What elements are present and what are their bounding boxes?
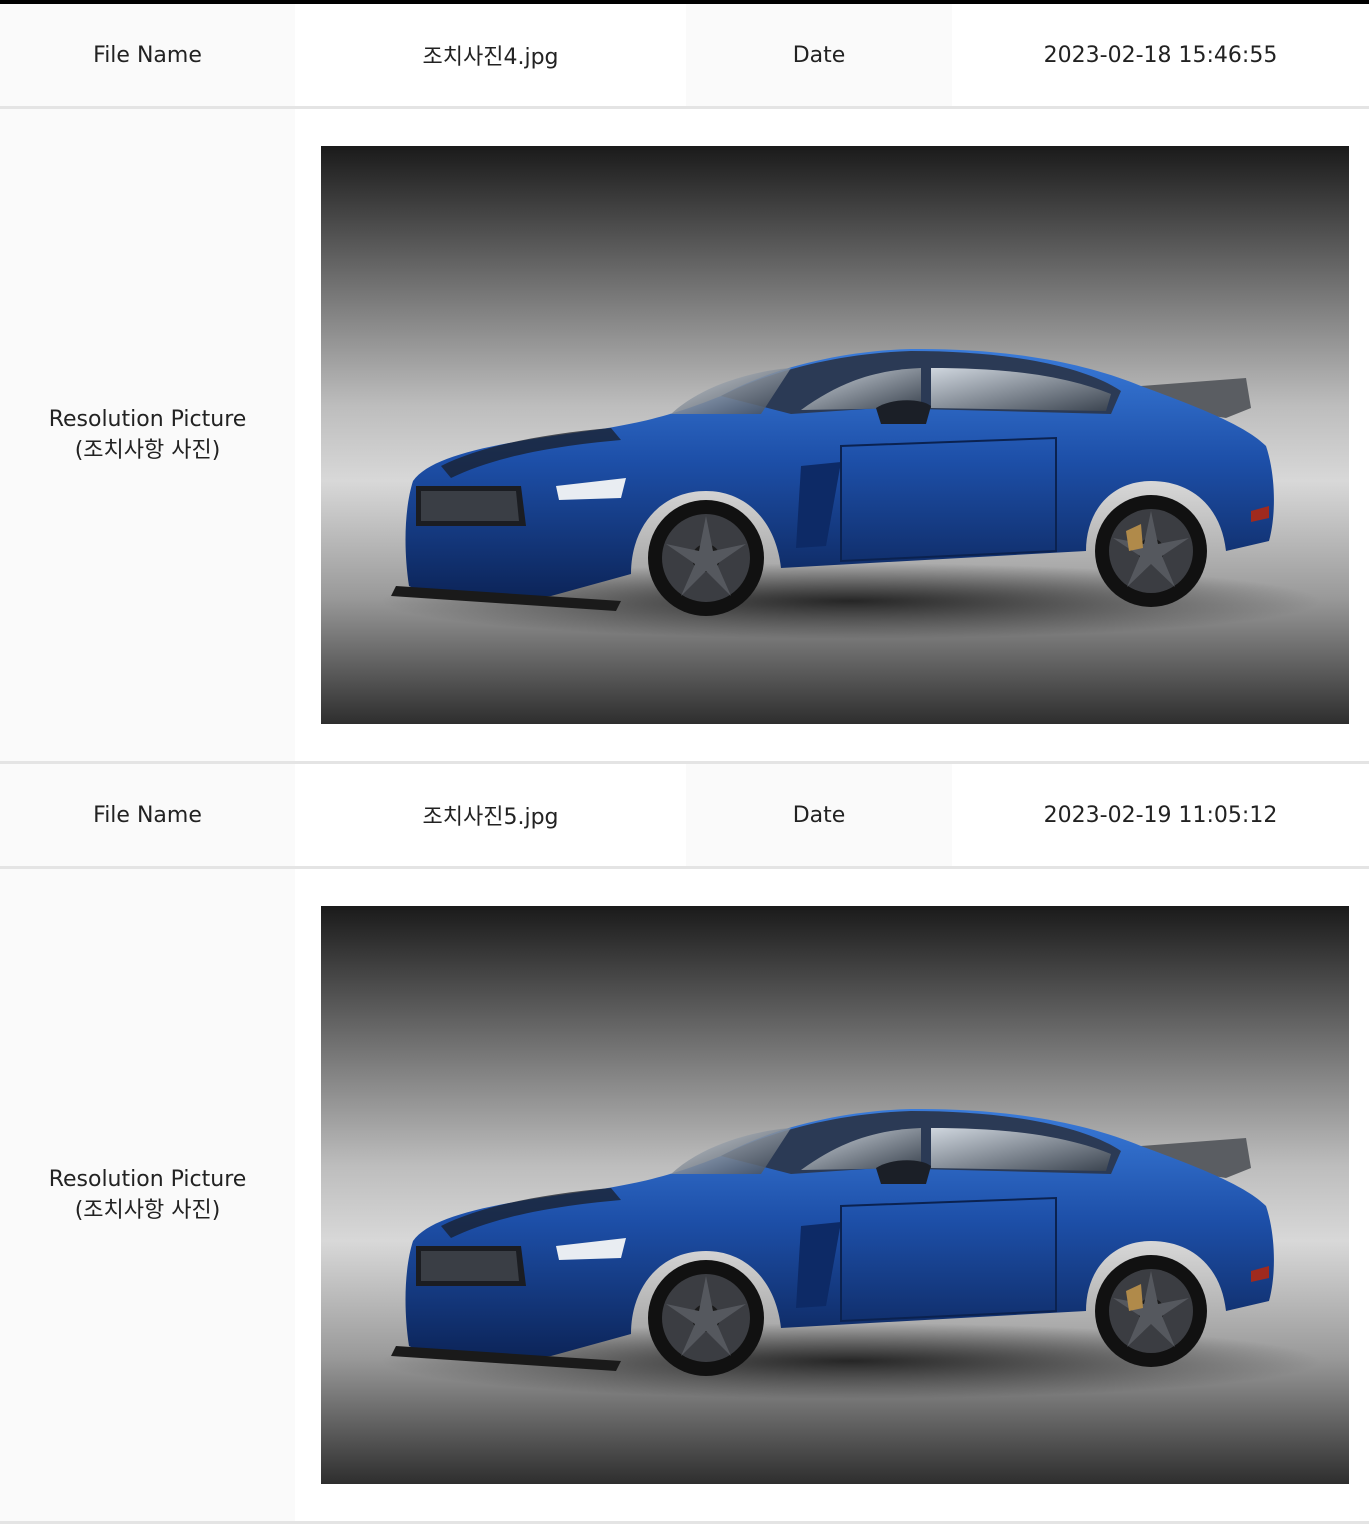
resolution-picture-label-en: Resolution Picture bbox=[48, 407, 247, 432]
resolution-picture-label: Resolution Picture (조치사항 사진) bbox=[0, 869, 295, 1521]
meta-row: File Name 조치사진4.jpg Date 2023-02-18 15:4… bbox=[0, 4, 1369, 109]
resolution-photo[interactable] bbox=[321, 146, 1349, 724]
date-label: Date bbox=[686, 4, 952, 106]
resolution-picture-label-ko: (조치사항 사진) bbox=[74, 1198, 221, 1223]
resolution-picture-label-en: Resolution Picture bbox=[48, 1167, 247, 1192]
sports-car-photo bbox=[381, 1108, 1321, 1399]
resolution-photo[interactable] bbox=[321, 906, 1349, 1484]
file-name-label: File Name bbox=[0, 764, 295, 866]
resolution-picture-label-ko: (조치사항 사진) bbox=[74, 438, 221, 463]
sports-car-photo bbox=[381, 348, 1321, 639]
meta-row: File Name 조치사진5.jpg Date 2023-02-19 11:0… bbox=[0, 764, 1369, 869]
photo-row: Resolution Picture (조치사항 사진) bbox=[0, 109, 1369, 764]
photo-cell bbox=[295, 109, 1369, 761]
file-name-value: 조치사진5.jpg bbox=[295, 764, 686, 866]
date-label: Date bbox=[686, 764, 952, 866]
photo-cell bbox=[295, 869, 1369, 1521]
file-name-value: 조치사진4.jpg bbox=[295, 4, 686, 106]
photo-record: File Name 조치사진4.jpg Date 2023-02-18 15:4… bbox=[0, 4, 1369, 764]
photo-record: File Name 조치사진5.jpg Date 2023-02-19 11:0… bbox=[0, 764, 1369, 1524]
resolution-picture-label: Resolution Picture (조치사항 사진) bbox=[0, 109, 295, 761]
file-name-label: File Name bbox=[0, 4, 295, 106]
date-value: 2023-02-18 15:46:55 bbox=[952, 4, 1369, 106]
date-value: 2023-02-19 11:05:12 bbox=[952, 764, 1369, 866]
photo-row: Resolution Picture (조치사항 사진) bbox=[0, 869, 1369, 1524]
